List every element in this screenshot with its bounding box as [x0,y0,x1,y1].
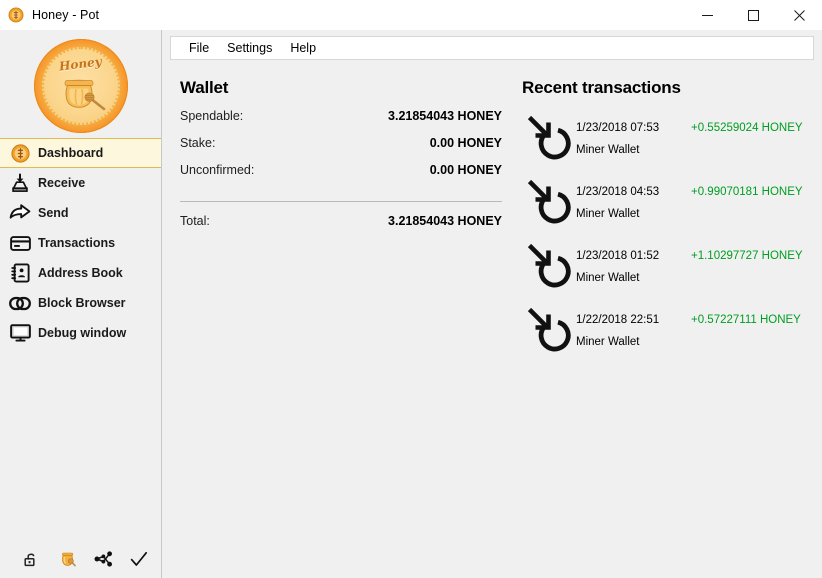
wallet-value: 0.00 HONEY [430,163,502,177]
wallet-row-spendable: Spendable: 3.21854043 HONEY [180,109,502,136]
window-title: Honey - Pot [32,8,99,22]
transaction-description: Miner Wallet [576,208,812,220]
transaction-date: 1/23/2018 01:52 [576,250,691,262]
sidebar-item-receive[interactable]: Receive [0,168,161,198]
honey-coin-icon [8,7,24,23]
sidebar-item-label: Transactions [38,236,115,250]
sidebar-item-send[interactable]: Send [0,198,161,228]
transaction-list: 1/23/2018 07:53 +0.55259024 HONEY Miner … [522,112,812,368]
sidebar-item-label: Dashboard [38,146,103,160]
menu-bar: File Settings Help [170,36,814,60]
arrow-right-send-icon [9,202,31,224]
minimize-button[interactable] [684,0,730,30]
sidebar-item-debug-window[interactable]: Debug window [0,318,161,348]
recent-transactions-title: Recent transactions [522,78,812,98]
transaction-details: 1/23/2018 04:53 +0.99070181 HONEY Miner … [576,176,812,220]
honey-pot-coin-logo: Honey [34,39,128,133]
wallet-panel: Wallet Spendable: 3.21854043 HONEY Stake… [180,78,502,578]
sidebar-item-transactions[interactable]: Transactions [0,228,161,258]
sidebar-item-block-browser[interactable]: Block Browser [0,288,161,318]
menu-help[interactable]: Help [281,37,325,59]
sidebar-item-label: Address Book [38,266,123,280]
application-window: Honey - Pot Honey [0,0,822,578]
wallet-label: Stake: [180,136,215,150]
sidebar-item-label: Block Browser [38,296,126,310]
sidebar: Honey [0,30,162,578]
sidebar-item-label: Send [38,206,69,220]
honey-pot-staking-icon[interactable] [57,549,77,569]
wallet-value: 3.21854043 HONEY [388,109,502,123]
address-book-icon [9,262,31,284]
transaction-amount: +1.10297727 HONEY [691,250,803,262]
menu-settings[interactable]: Settings [218,37,281,59]
wallet-label: Unconfirmed: [180,163,254,177]
inbox-arrow-down-icon [9,172,31,194]
transaction-date: 1/23/2018 04:53 [576,186,691,198]
wallet-title: Wallet [180,78,502,98]
transaction-row[interactable]: 1/23/2018 01:52 +1.10297727 HONEY Miner … [522,240,812,304]
transaction-description: Miner Wallet [576,336,812,348]
close-button[interactable] [776,0,822,30]
transaction-details: 1/23/2018 07:53 +0.55259024 HONEY Miner … [576,112,812,156]
transaction-amount: +0.57227111 HONEY [691,314,801,326]
wallet-divider [180,201,502,202]
honey-coin-icon [9,142,31,164]
sidebar-item-dashboard[interactable]: Dashboard [0,138,161,168]
mined-arrow-circle-icon [522,304,576,352]
sidebar-nav: Dashboard Receive [0,138,161,348]
wallet-label: Spendable: [180,109,243,123]
mined-arrow-circle-icon [522,112,576,160]
window-controls [684,0,822,30]
wallet-value: 0.00 HONEY [430,136,502,150]
window-body: Honey [0,30,822,578]
sidebar-item-address-book[interactable]: Address Book [0,258,161,288]
transaction-date: 1/23/2018 07:53 [576,122,691,134]
sidebar-item-label: Receive [38,176,85,190]
title-bar: Honey - Pot [0,0,822,30]
transaction-description: Miner Wallet [576,272,812,284]
unlocked-padlock-icon[interactable] [21,549,41,569]
transaction-details: 1/22/2018 22:51 +0.57227111 HONEY Miner … [576,304,812,348]
card-icon [9,232,31,254]
menu-file[interactable]: File [180,37,218,59]
status-bar [0,540,161,578]
wallet-label: Total: [180,214,210,228]
transaction-amount: +0.99070181 HONEY [691,186,803,198]
wallet-row-stake: Stake: 0.00 HONEY [180,136,502,163]
maximize-button[interactable] [730,0,776,30]
dashboard-content: Wallet Spendable: 3.21854043 HONEY Stake… [162,60,822,578]
transaction-row[interactable]: 1/23/2018 04:53 +0.99070181 HONEY Miner … [522,176,812,240]
transaction-amount: +0.55259024 HONEY [691,122,803,134]
wallet-row-total: Total: 3.21854043 HONEY [180,214,502,241]
transaction-row[interactable]: 1/23/2018 07:53 +0.55259024 HONEY Miner … [522,112,812,176]
app-logo: Honey [0,30,161,135]
monitor-icon [9,322,31,344]
wallet-row-unconfirmed: Unconfirmed: 0.00 HONEY [180,163,502,190]
chain-link-icon [9,292,31,314]
honey-pot-art [54,70,108,114]
network-connections-icon[interactable] [93,549,113,569]
mined-arrow-circle-icon [522,176,576,224]
transaction-date: 1/22/2018 22:51 [576,314,691,326]
main-pane: File Settings Help Wallet Spendable: 3.2… [162,30,822,578]
recent-transactions-panel: Recent transactions [502,78,812,578]
wallet-value: 3.21854043 HONEY [388,214,502,228]
transaction-row[interactable]: 1/22/2018 22:51 +0.57227111 HONEY Miner … [522,304,812,368]
sync-checkmark-icon[interactable] [129,549,149,569]
transaction-description: Miner Wallet [576,144,812,156]
mined-arrow-circle-icon [522,240,576,288]
transaction-details: 1/23/2018 01:52 +1.10297727 HONEY Miner … [576,240,812,284]
sidebar-item-label: Debug window [38,326,126,340]
